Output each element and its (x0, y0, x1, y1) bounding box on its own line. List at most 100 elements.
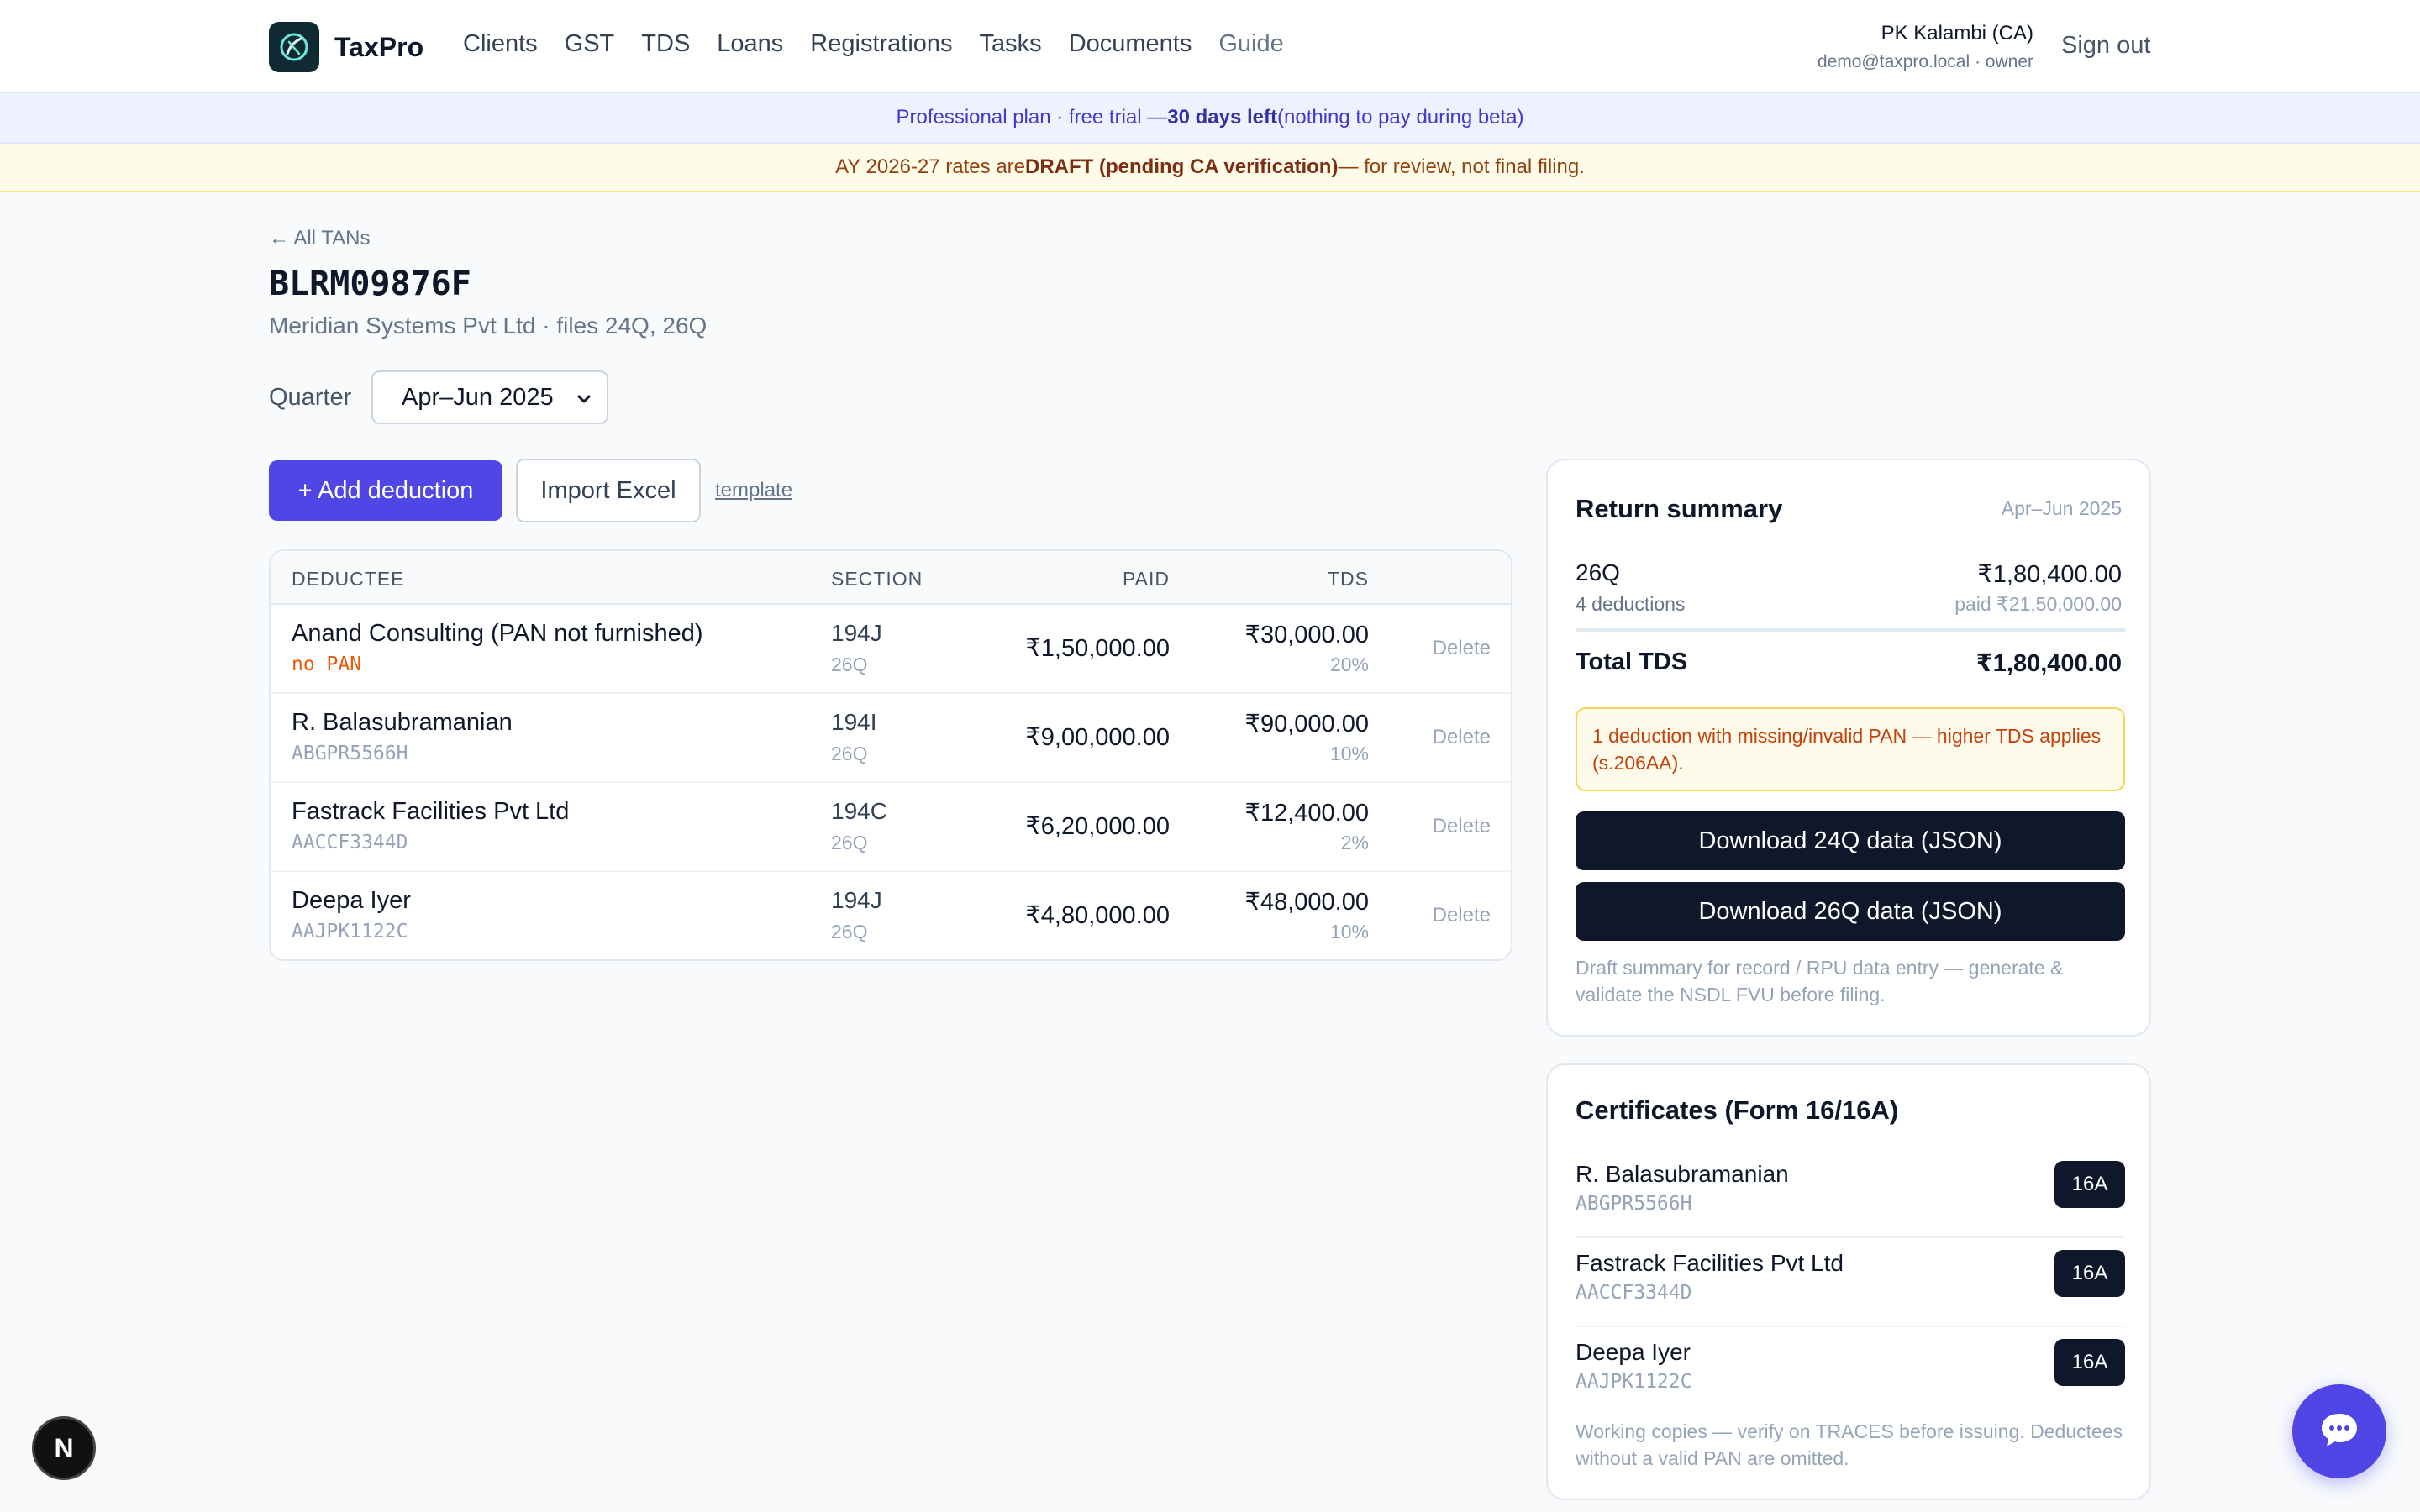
plan-banner: Professional plan · free trial — 30 days… (0, 93, 2420, 144)
chat-button[interactable] (2292, 1384, 2386, 1478)
tds-amount: ₹30,000.00 (1244, 622, 1369, 648)
user-email-role: demo@taxpro.local · owner (1817, 52, 2033, 71)
nav-gst[interactable]: GST (565, 30, 615, 58)
form-16a-button[interactable]: 16A (2054, 1339, 2125, 1386)
section-code: 194I (831, 709, 877, 735)
missing-pan-warning: 1 deduction with missing/invalid PAN — h… (1576, 707, 2125, 791)
nav-registrations[interactable]: Registrations (810, 30, 952, 58)
delete-button[interactable]: Delete (1433, 726, 1491, 749)
table-row: Fastrack Facilities Pvt Ltd AACCF3344D 1… (271, 783, 1511, 872)
certificate-row: Fastrack Facilities Pvt Ltd AACCF3344D 1… (1576, 1238, 2125, 1327)
table-row: Deepa Iyer AAJPK1122C 194J 26Q ₹4,80,000… (271, 872, 1511, 959)
table-row: R. Balasubramanian ABGPR5566H 194I 26Q ₹… (271, 694, 1511, 783)
delete-button[interactable]: Delete (1433, 637, 1491, 660)
form-code: 26Q (831, 921, 868, 942)
paid-amount: ₹9,00,000.00 (1025, 724, 1170, 751)
form-code: 26Q (831, 743, 868, 764)
delete-button[interactable]: Delete (1433, 904, 1491, 927)
quarter-label: Quarter (269, 384, 352, 411)
brand[interactable]: TaxPro (269, 22, 424, 72)
back-to-all-tans-link[interactable]: ← All TANs (269, 227, 370, 250)
download-26q-button[interactable]: Download 26Q data (JSON) (1576, 882, 2125, 941)
chat-bubble-icon (2317, 1407, 2362, 1457)
deductee-pan: AACCF3344D (292, 832, 408, 853)
total-tds-value: ₹1,80,400.00 (1975, 650, 2122, 677)
brand-name: TaxPro (334, 31, 424, 62)
deductee-name: Deepa Iyer (292, 887, 411, 914)
form-code: 26Q (831, 832, 868, 853)
form-16a-button[interactable]: 16A (2054, 1161, 2125, 1208)
tds-rate: 10% (1329, 921, 1369, 942)
col-tds: TDS (1328, 568, 1369, 590)
tds-rate: 10% (1329, 743, 1369, 764)
add-deduction-button[interactable]: + Add deduction (269, 460, 502, 521)
draft-rates-banner: AY 2026-27 rates are DRAFT (pending CA v… (0, 144, 2420, 192)
nav-tasks[interactable]: Tasks (980, 30, 1042, 58)
paid-amount: ₹6,20,000.00 (1025, 813, 1170, 840)
return-summary-title: Return summary (1576, 494, 1783, 523)
tds-amount: ₹48,000.00 (1244, 889, 1369, 916)
page-title-tan: BLRM09876F (269, 265, 471, 303)
draft-banner-bold: DRAFT (pending CA verification) (1025, 155, 1339, 178)
deductee-name: Fastrack Facilities Pvt Ltd (292, 798, 570, 825)
quarter-select-value: Apr–Jun 2025 (402, 383, 554, 411)
section-code: 194J (831, 620, 882, 646)
page-subtitle: Meridian Systems Pvt Ltd · files 24Q, 26… (269, 312, 708, 339)
tds-amount: ₹12,400.00 (1244, 800, 1369, 827)
table-row: Anand Consulting (PAN not furnished) no … (271, 605, 1511, 694)
certificate-deductee-name: Deepa Iyer (1576, 1339, 1691, 1365)
draft-banner-suffix: — for review, not final filing. (1338, 155, 1585, 178)
return-summary-quarter: Apr–Jun 2025 (2001, 497, 2122, 519)
user-name: PK Kalambi (CA) (1881, 22, 2033, 45)
sign-out-link[interactable]: Sign out (2061, 32, 2150, 60)
paid-amount: ₹4,80,000.00 (1025, 902, 1170, 929)
section-code: 194J (831, 887, 882, 913)
user-info: PK Kalambi (CA) demo@taxpro.local · owne… (1818, 22, 2033, 72)
col-paid: PAID (1123, 568, 1170, 590)
col-section: SECTION (831, 568, 923, 590)
chevron-down-icon (575, 387, 593, 415)
import-excel-button[interactable]: Import Excel (516, 459, 701, 522)
paid-amount: ₹1,50,000.00 (1025, 635, 1170, 662)
nav-clients[interactable]: Clients (463, 30, 538, 58)
plan-banner-prefix: Professional plan · free trial — (896, 106, 1168, 129)
nav-loans[interactable]: Loans (717, 30, 783, 58)
certificate-pan: AAJPK1122C (1576, 1371, 1692, 1393)
certificates-note: Working copies — verify on TRACES before… (1576, 1420, 2123, 1469)
draft-banner-prefix: AY 2026-27 rates are (835, 155, 1026, 178)
deductee-name: Anand Consulting (PAN not furnished) (292, 620, 703, 647)
form-16a-button[interactable]: 16A (2054, 1250, 2125, 1297)
certificate-pan: AACCF3344D (1576, 1282, 1692, 1304)
summary-paid: paid ₹21,50,000.00 (1954, 593, 2122, 615)
quarter-select[interactable]: Apr–Jun 2025 (371, 370, 608, 424)
return-summary-card: Return summary Apr–Jun 2025 26Q 4 deduct… (1546, 459, 2151, 1037)
certificates-card: Certificates (Form 16/16A) R. Balasubram… (1546, 1063, 2151, 1500)
certificates-title: Certificates (Form 16/16A) (1576, 1095, 1899, 1125)
deductee-name: R. Balasubramanian (292, 709, 513, 736)
nav-tds[interactable]: TDS (641, 30, 690, 58)
tds-rate: 20% (1329, 654, 1369, 675)
plan-banner-suffix: (nothing to pay during beta) (1277, 106, 1524, 129)
deductee-pan: ABGPR5566H (292, 743, 408, 764)
certificate-deductee-name: Fastrack Facilities Pvt Ltd (1576, 1250, 1844, 1276)
dev-tools-badge[interactable]: N (32, 1416, 96, 1480)
nav-guide[interactable]: Guide (1218, 30, 1283, 58)
top-navbar: TaxPro Clients GST TDS Loans Registratio… (0, 0, 2420, 93)
form-code: 26Q (831, 654, 868, 675)
certificate-row: R. Balasubramanian ABGPR5566H 16A (1576, 1149, 2125, 1238)
section-code: 194C (831, 798, 887, 824)
template-link[interactable]: template (715, 479, 792, 502)
summary-form: 26Q (1576, 559, 1620, 585)
summary-deduction-count: 4 deductions (1576, 593, 1686, 615)
deductee-pan: no PAN (292, 654, 362, 675)
download-24q-button[interactable]: Download 24Q data (JSON) (1576, 811, 2125, 870)
col-deductee: DEDUCTEE (292, 568, 405, 590)
table-header: DEDUCTEE SECTION PAID TDS (271, 551, 1511, 605)
delete-button[interactable]: Delete (1433, 815, 1491, 838)
nav-documents[interactable]: Documents (1069, 30, 1192, 58)
plan-banner-days: 30 days left (1167, 106, 1277, 129)
main-nav: Clients GST TDS Loans Registrations Task… (463, 30, 1284, 58)
summary-divider (1576, 628, 2125, 632)
certificate-deductee-name: R. Balasubramanian (1576, 1161, 1789, 1187)
tds-amount: ₹90,000.00 (1244, 711, 1369, 738)
